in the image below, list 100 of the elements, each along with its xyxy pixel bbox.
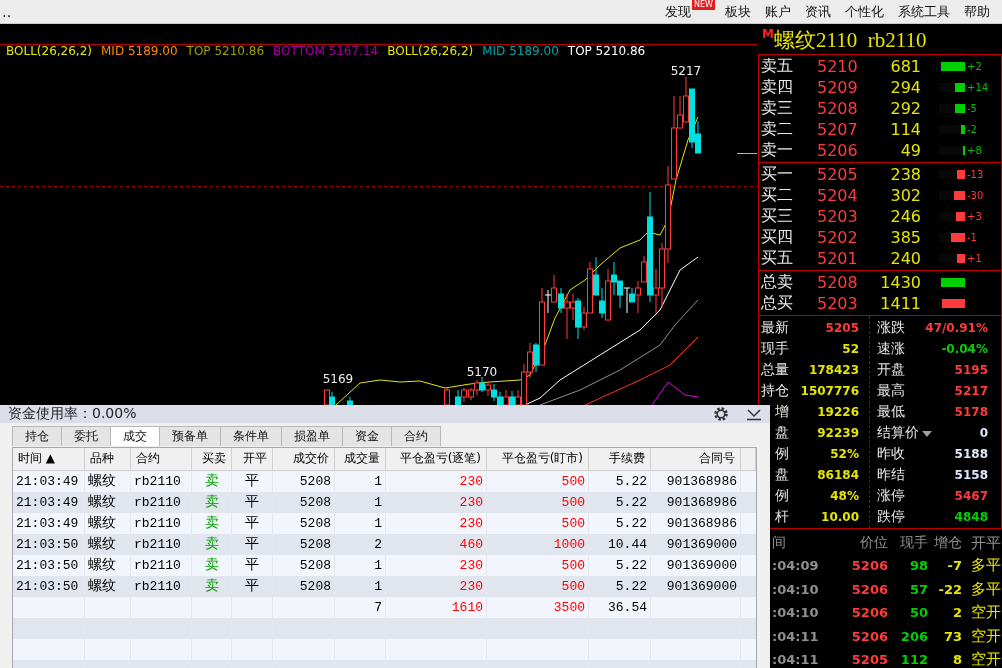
table-cell: rb2110: [131, 576, 192, 597]
tick-price: 5206: [850, 628, 888, 644]
indicator-legend: MID 5189.00: [101, 44, 178, 58]
column-header: 间: [771, 534, 787, 552]
stat-label: 最新: [760, 318, 789, 337]
depth-label: 买四: [760, 227, 794, 248]
table-cell: 230: [386, 492, 487, 513]
depth-label: 卖一: [760, 140, 794, 161]
panel-tab[interactable]: 损盈单: [281, 426, 343, 446]
price-value: 5201: [817, 249, 859, 268]
menu-item[interactable]: 账户: [765, 2, 791, 21]
menu-item[interactable]: 板块: [725, 2, 751, 21]
stat-label[interactable]: 结算价: [877, 423, 933, 442]
menu-item[interactable]: 发现: [665, 2, 691, 21]
column-header[interactable]: 成交价: [273, 448, 335, 470]
column-header[interactable]: 开平: [232, 448, 273, 470]
stat-value: 178423: [807, 362, 859, 377]
change-value: -1: [967, 232, 977, 243]
depth-label: 买一: [760, 164, 794, 185]
settings-icon[interactable]: [712, 405, 730, 423]
tick-volume: 206: [899, 628, 928, 644]
tick-volume: 57: [908, 581, 928, 597]
column-header: 现手: [899, 534, 928, 552]
candlestick: [444, 387, 450, 406]
price-value: 5208: [817, 99, 859, 118]
price-value: 5207: [817, 120, 859, 139]
menu-item[interactable]: 系统工具: [898, 2, 950, 21]
depth-label: 买五: [760, 248, 794, 269]
volume-value: 1411: [879, 294, 921, 313]
table-cell: 901368986: [651, 492, 741, 513]
volume-value: 294: [889, 78, 921, 97]
panel-tab[interactable]: 成交: [110, 426, 160, 446]
menu-dots[interactable]: ‥: [0, 4, 12, 19]
stat-label: 昨收: [877, 444, 905, 463]
tick-type: 多平: [971, 579, 1001, 599]
column-header[interactable]: 合约: [131, 448, 192, 470]
change-value: -5: [967, 103, 977, 114]
table-cell: 螺纹: [85, 492, 131, 513]
stat-value: 5217: [953, 383, 989, 398]
menu-item[interactable]: 帮助: [964, 2, 990, 21]
stat-value: 4848: [953, 509, 989, 524]
table-cell: 5.22: [589, 492, 651, 513]
price-value: 5202: [817, 228, 859, 247]
price-value: 5204: [817, 186, 859, 205]
panel-tab[interactable]: 委托: [61, 426, 111, 446]
indicator-legend: BOLL(26,26,2): [387, 44, 474, 58]
market-letter: M: [762, 27, 774, 41]
collapse-icon[interactable]: [746, 407, 762, 421]
column-header[interactable]: 平仓盈亏(盯市): [487, 448, 589, 470]
volume-value: 292: [889, 99, 921, 118]
column-header[interactable]: 时间 ▲: [13, 448, 85, 470]
table-cell: 901369000: [651, 576, 741, 597]
table-cell: 螺纹: [85, 576, 131, 597]
price-value: 5209: [817, 78, 859, 97]
tick-change: 73: [942, 628, 962, 644]
table-cell: 2: [335, 534, 386, 555]
tick-change: -22: [937, 581, 962, 597]
price-value: 5206: [817, 141, 859, 160]
stat-value: 5158: [953, 467, 989, 482]
panel-tab[interactable]: 资金: [342, 426, 392, 446]
table-cell: 10.44: [589, 534, 651, 555]
stat-value: 48%: [829, 488, 859, 503]
panel-tab[interactable]: 预备单: [159, 426, 221, 446]
column-header[interactable]: 平仓盈亏(逐笔): [386, 448, 487, 470]
stat-label: 速涨: [877, 339, 905, 358]
column-header[interactable]: 手续费: [589, 448, 651, 470]
column-header[interactable]: 成交量: [335, 448, 386, 470]
menu-item[interactable]: 资讯: [805, 2, 831, 21]
panel-tab[interactable]: 持仓: [12, 426, 62, 446]
tick-change: 8: [951, 652, 962, 668]
stat-label: 例: [774, 486, 789, 505]
stat-label: 昨结: [877, 465, 905, 484]
table-cell: 21:03:50: [13, 576, 85, 597]
stat-label: 总量: [760, 360, 789, 379]
volume-value: 681: [889, 57, 921, 76]
column-header[interactable]: 买卖: [192, 448, 232, 470]
price-value: 5203: [817, 207, 859, 226]
stat-label: 增: [774, 402, 789, 421]
tick-type: 空开: [971, 603, 1001, 623]
contract-title: 螺纹2110 rb2110: [773, 27, 927, 54]
tick-price: 5206: [850, 605, 888, 621]
volume-value: 385: [889, 228, 921, 247]
total-label: 总卖: [760, 272, 794, 293]
stat-value: 5467: [953, 488, 989, 503]
table-cell: 460: [386, 534, 487, 555]
menu-item[interactable]: 个性化: [845, 2, 884, 21]
depth-label: 卖四: [760, 77, 794, 98]
table-cell: 卖: [192, 576, 232, 597]
stat-label: 跌停: [877, 507, 905, 526]
change-value: +3: [967, 211, 982, 222]
panel-tab[interactable]: 条件单: [220, 426, 282, 446]
column-header[interactable]: 品种: [85, 448, 131, 470]
column-header[interactable]: 合同号: [651, 448, 741, 470]
panel-tab[interactable]: 合约: [391, 426, 441, 446]
change-value: +1: [967, 253, 982, 264]
stat-label: 最高: [877, 381, 905, 400]
column-header: 开平: [971, 533, 1001, 553]
tick-time: :04:11: [771, 628, 820, 644]
price-marker-line: [736, 153, 757, 154]
table-cell: 21:03:50: [13, 534, 85, 555]
